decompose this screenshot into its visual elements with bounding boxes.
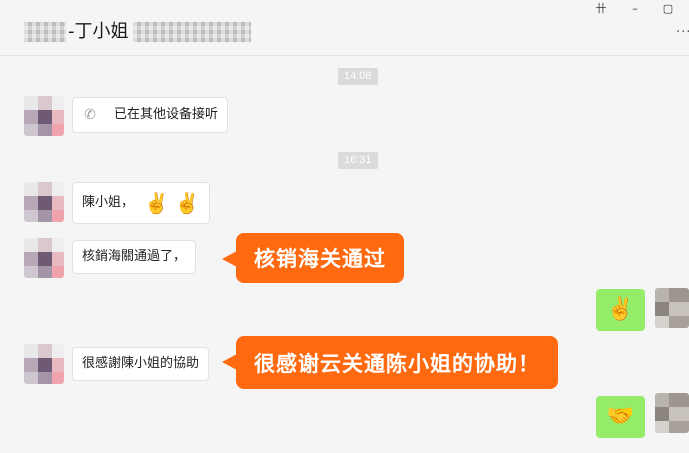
message-text: 核銷海關通過了， bbox=[82, 249, 187, 264]
victory-hand-emoji-icon: ✌️ bbox=[606, 297, 635, 322]
annotation-callout: 很感谢云关通陈小姐的协助！ bbox=[222, 336, 558, 389]
message-bubble[interactable]: 核銷海關通過了， bbox=[72, 240, 197, 274]
minimize-icon[interactable]: – bbox=[622, 0, 648, 18]
chat-title-text: -丁小姐 bbox=[68, 21, 129, 42]
message-text: 已在其他设备接听 bbox=[114, 107, 219, 122]
contact-avatar[interactable] bbox=[24, 182, 64, 222]
self-message-bubble[interactable]: ✌️ bbox=[596, 289, 645, 331]
chat-header: -丁小姐 卄 – ▢ ··· bbox=[0, 0, 689, 56]
pin-icon[interactable]: 卄 bbox=[588, 0, 614, 18]
self-message-bubble[interactable]: 🤝 bbox=[596, 396, 645, 438]
message-bubble[interactable]: 陳小姐， ✌️ ✌️ bbox=[72, 182, 210, 224]
victory-hand-emoji-icon: ✌️ bbox=[174, 191, 200, 215]
phone-icon: ✆ bbox=[84, 107, 96, 123]
timestamp-badge: 16:31 bbox=[338, 152, 378, 169]
timestamp-badge: 14:08 bbox=[338, 68, 378, 85]
handshake-emoji-icon: 🤝 bbox=[606, 404, 635, 429]
contact-avatar[interactable] bbox=[24, 344, 64, 384]
redacted-name-prefix bbox=[24, 22, 66, 42]
self-avatar[interactable] bbox=[655, 393, 689, 433]
annotation-callout: 核销海关通过 bbox=[222, 233, 404, 283]
chat-title: -丁小姐 bbox=[24, 20, 251, 44]
maximize-icon[interactable]: ▢ bbox=[655, 0, 681, 18]
victory-hand-emoji-icon: ✌️ bbox=[144, 191, 169, 215]
self-avatar[interactable] bbox=[655, 288, 689, 328]
redacted-name-suffix bbox=[132, 22, 251, 42]
message-bubble[interactable]: 很感謝陳小姐的協助 bbox=[72, 347, 210, 381]
more-options-icon[interactable]: ··· bbox=[676, 26, 689, 40]
contact-avatar[interactable] bbox=[24, 238, 64, 278]
message-text: 很感謝陳小姐的協助 bbox=[82, 356, 200, 371]
message-bubble-call[interactable]: ✆ 已在其他设备接听 bbox=[72, 97, 229, 133]
message-text: 陳小姐， bbox=[82, 195, 135, 210]
contact-avatar[interactable] bbox=[24, 96, 64, 136]
